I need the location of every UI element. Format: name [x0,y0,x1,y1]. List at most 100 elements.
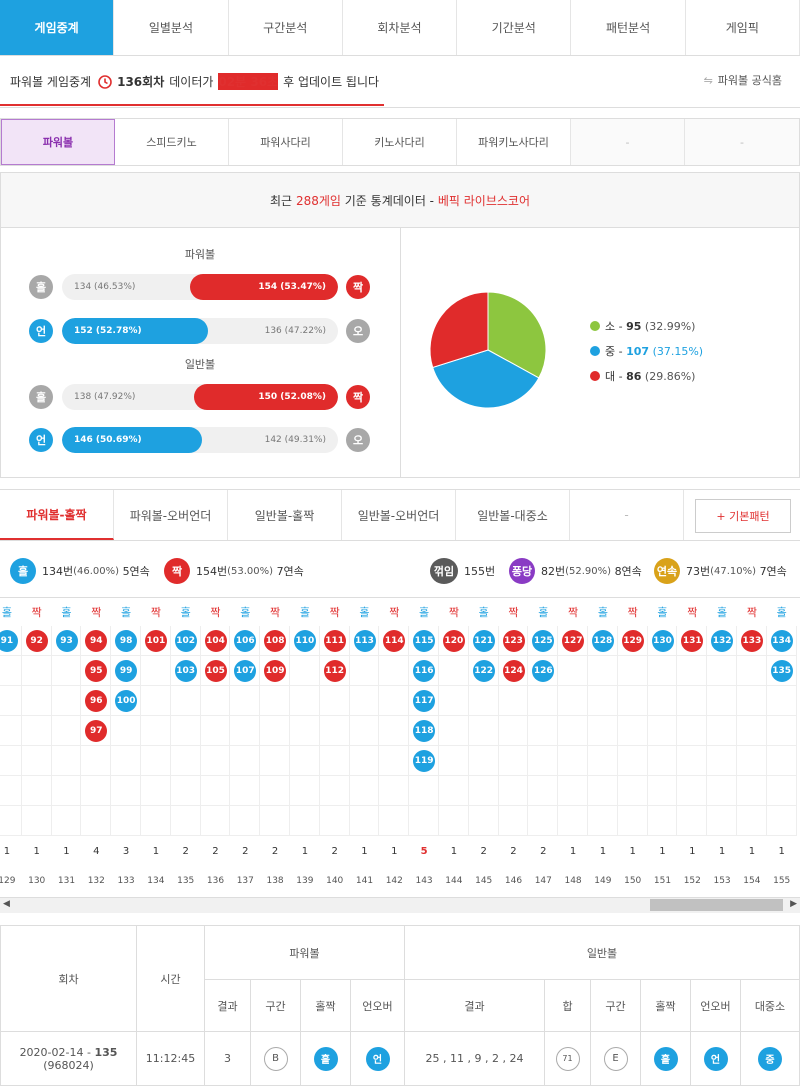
grid-cell [707,716,737,746]
round-label: 132 [87,876,105,886]
grid-cell [468,806,499,836]
streak-count: 2 [212,845,219,857]
official-label: 파워볼 공식홈 [717,74,782,87]
streak-count: 1 [689,845,696,857]
game-tab-kenoladder[interactable]: 키노사다리 [343,119,457,165]
grid-cell [766,686,797,716]
basic-pattern-button[interactable]: + 기본패턴 [695,499,791,533]
scroll-right-icon[interactable]: ▶ [790,899,797,909]
normalball-underover-left-badge: 언 [29,428,53,452]
grid-cell [737,716,767,746]
grid-cell [528,716,559,746]
bar-right-value: 136 (47.22%) [264,326,326,336]
stats-divider [400,228,401,478]
grid-cell [528,686,559,716]
grid-cell [170,686,201,716]
column-header: 홀 [359,606,370,619]
column-header: 짝 [687,606,698,619]
grid-cell [766,806,797,836]
grid-cell [260,806,290,836]
tab-section[interactable]: 구간분석 [228,0,343,55]
nb-size-cell: 중 [740,1031,800,1086]
grid-cell [260,776,290,806]
pattern-tab-pb-overunder[interactable]: 파워볼-오버언더 [114,490,228,540]
grid-cell [617,806,648,836]
legend-label: 소 [605,320,616,333]
tab-round[interactable]: 회차분석 [342,0,458,55]
tab-period[interactable]: 기간분석 [457,0,572,55]
even-badge: 짝 [164,558,190,584]
grid-cell [707,656,737,686]
legend-big: 대 - 86 (29.86%) [590,366,703,386]
grid-cell [81,746,112,776]
game-tab-powerladder[interactable]: 파워사다리 [229,119,343,165]
tab-pattern[interactable]: 패턴분석 [571,0,686,55]
scrollbar-thumb[interactable] [650,899,783,911]
odd-badge: 홀 [10,558,36,584]
streak-count: 1 [599,845,607,857]
grid-cell [290,656,320,686]
game-tab-powerball[interactable]: 파워볼 [1,119,115,165]
grid-cell [51,686,82,716]
pattern-tab-pb-oddeven[interactable]: 파워볼-홀짝 [0,490,114,540]
column-header: 짝 [329,606,340,619]
th-round: 회차 [0,925,137,1032]
grid-cell [319,746,350,776]
result-ball: 111 [323,630,346,652]
streak-count: 4 [93,845,100,857]
game-tab-powerkenoladder[interactable]: 파워키노사다리 [457,119,571,165]
grid-cell [0,776,22,806]
grid-cell [379,686,410,716]
column-header: 홀 [538,606,549,619]
tab-pick[interactable]: 게임픽 [685,0,800,55]
game-tab-speedkeno[interactable]: 스피드키노 [115,119,229,165]
pattern-tab-nb-size[interactable]: 일반볼-대중소 [456,490,570,540]
tab-daily[interactable]: 일별분석 [114,0,229,55]
streak-count: 1 [748,845,756,857]
grid-cell [617,776,648,806]
grid-cell [141,806,171,836]
grid-cell [0,656,22,686]
bar-left-value: 134 (46.53%) [74,282,136,292]
legend-count: 95 [626,319,642,333]
official-site-link[interactable]: ⇋ 파워볼 공식홈 [704,56,782,104]
grid-cell [230,806,261,836]
grid-cell [588,656,618,686]
round-label: 137 [236,876,254,886]
grid-cell [21,746,52,776]
round-label: 149 [594,876,612,886]
grid-cell [290,716,320,746]
tab-live[interactable]: 게임중계 [0,0,115,55]
pattern-tab-empty: - [570,490,684,540]
grid-cell [558,656,588,686]
result-ball: 118 [413,720,436,742]
streak-badge: 연속 [654,558,680,584]
grid-cell [707,776,737,806]
grid-cell [290,806,320,836]
grid-cell [379,746,410,776]
streak-count: 2 [242,845,249,857]
column-header: 짝 [448,606,459,619]
result-ball: 134 [770,630,793,652]
round-label: 155 [773,876,791,886]
update-progress-bar [0,104,384,106]
summary-count: 134번 [42,565,74,578]
th-sub: 언오버 [350,979,405,1032]
grid-cell [558,746,588,776]
pattern-tab-nb-oddeven[interactable]: 일반볼-홀짝 [228,490,342,540]
round-label: 154 [743,876,761,886]
legend-count: 107 [626,344,650,358]
game-tab-empty: - [685,119,799,165]
grid-cell [647,686,678,716]
round-date: 2020-02-14 - [19,1045,91,1059]
grid-cell [439,806,469,836]
grid-cell [260,746,290,776]
nb-oe-cell: 홀 [640,1031,691,1086]
pattern-tab-nb-overunder[interactable]: 일반볼-오버언더 [342,490,456,540]
grid-cell [0,686,22,716]
scroll-left-icon[interactable]: ◀ [3,899,10,909]
streak-count: 1 [63,845,70,857]
grid-cell [617,746,648,776]
column-header: 짝 [627,606,638,619]
result-ball: 132 [711,630,734,652]
